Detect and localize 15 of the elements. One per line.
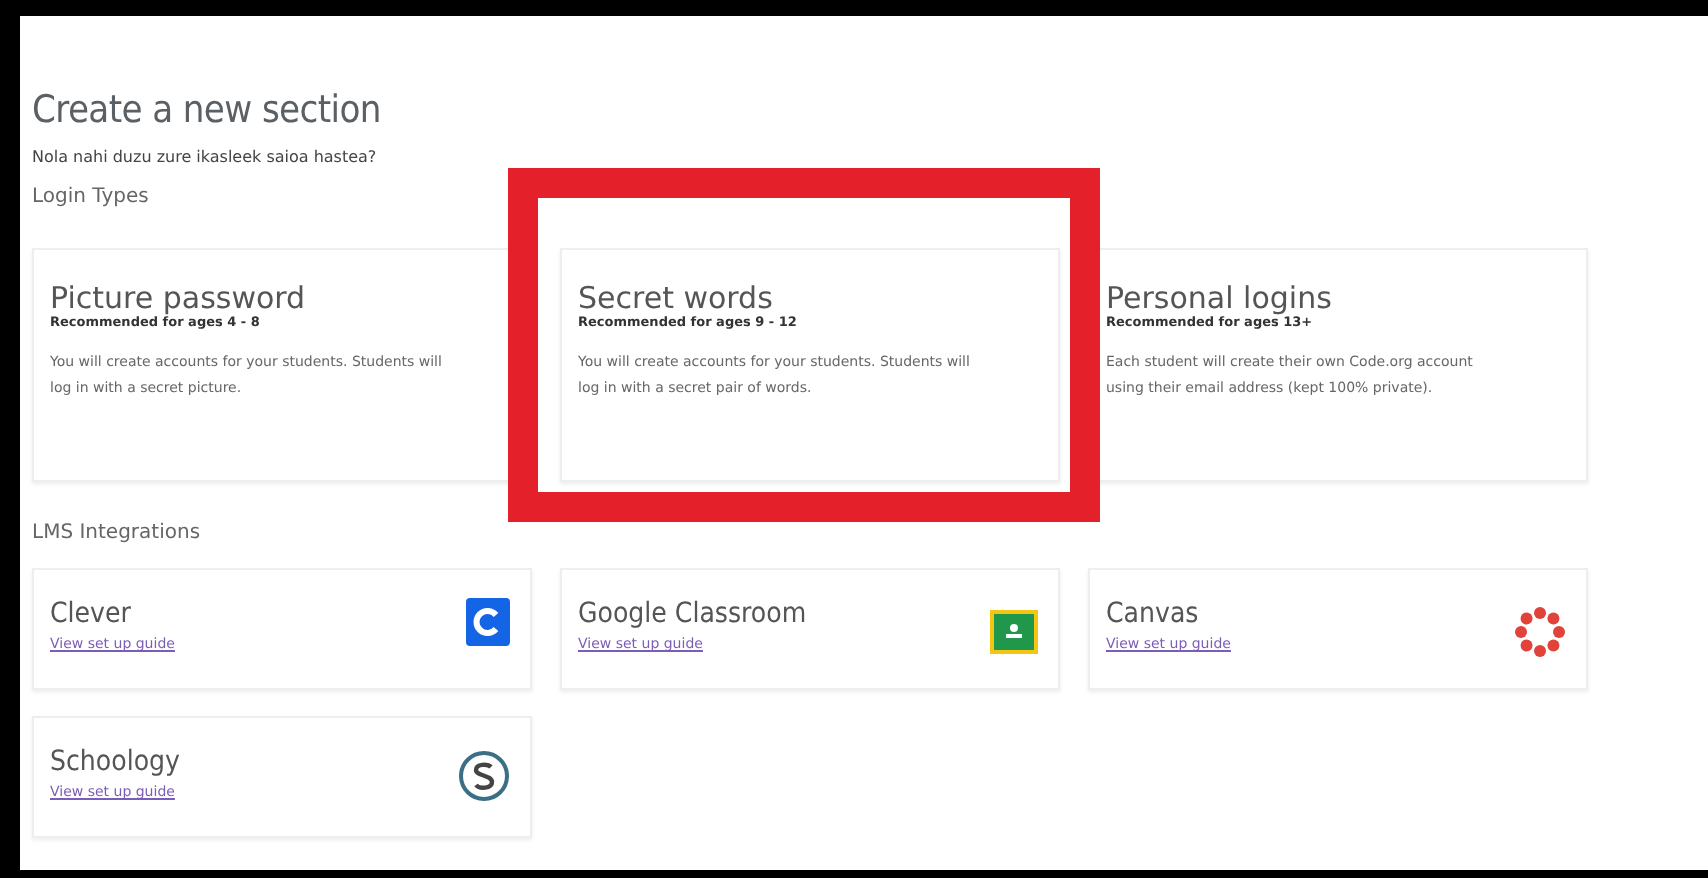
c-letter-logo-icon (466, 598, 510, 646)
integration-name: Google Classroom (578, 598, 807, 630)
card-title: Secret words (578, 282, 775, 314)
s-letter-circle-icon (458, 750, 510, 802)
classroom-board-icon (990, 610, 1038, 654)
integration-name: Canvas (1106, 598, 1201, 630)
dotted-ring-icon (1514, 606, 1566, 658)
subtitle: Nola nahi duzu zure ikasleek saioa hastea? (32, 148, 379, 166)
page-title: Create a new section (32, 88, 383, 132)
integration-name: Schoology (50, 746, 180, 778)
card-title: Picture password (50, 282, 308, 314)
card-title: Personal logins (1106, 282, 1334, 314)
integration-name: Clever (50, 598, 133, 630)
section-heading: Login Types (32, 186, 151, 208)
section-heading: LMS Integrations (32, 522, 203, 544)
